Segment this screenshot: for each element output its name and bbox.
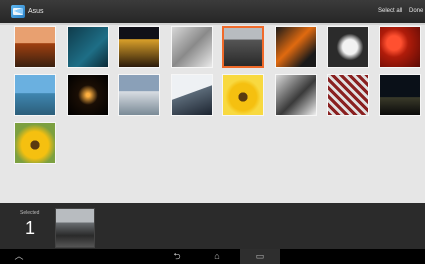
home-icon[interactable]: ⌂ [212,252,222,261]
select-all-button[interactable]: Select all [378,5,402,18]
tile-dark-teal[interactable] [67,26,109,68]
tile-red-lanterns[interactable] [379,26,421,68]
screen: Asus Select all Done Selected 1 ︿ ⮌ ⌂ ▭ [0,0,425,264]
tile-couple-walk[interactable] [222,26,264,68]
gallery-app-icon[interactable] [11,5,25,18]
keyboard-hide-icon[interactable]: ︿ [14,252,24,261]
action-bar: Asus Select all Done [0,0,425,25]
done-button[interactable]: Done [409,5,423,18]
tile-clouds[interactable] [118,74,160,116]
tile-night-bridge[interactable] [379,74,421,116]
tile-sunflower-2[interactable] [14,122,56,164]
photo-grid [0,25,425,203]
album-title: Asus [28,8,44,15]
tile-pattern[interactable] [327,74,369,116]
selected-label: Selected [20,210,40,216]
tile-night-city[interactable] [118,26,160,68]
recent-apps-icon[interactable]: ▭ [255,252,265,261]
tile-sunflower[interactable] [222,74,264,116]
selected-count: 1 [25,218,36,238]
tile-dusk-lamp[interactable] [14,26,56,68]
tile-dandelion[interactable] [327,26,369,68]
tile-cat[interactable] [171,26,213,68]
navigation-bar: ︿ ⮌ ⌂ ▭ [0,249,425,264]
tile-sky-lanterns[interactable] [67,74,109,116]
tile-snow-rock[interactable] [171,74,213,116]
tile-flower-bw[interactable] [275,74,317,116]
tile-coast[interactable] [14,74,56,116]
selection-tray: Selected 1 [0,203,425,249]
tile-clownfish[interactable] [275,26,317,68]
back-icon[interactable]: ⮌ [172,252,182,261]
selected-thumbnail[interactable] [55,208,95,248]
